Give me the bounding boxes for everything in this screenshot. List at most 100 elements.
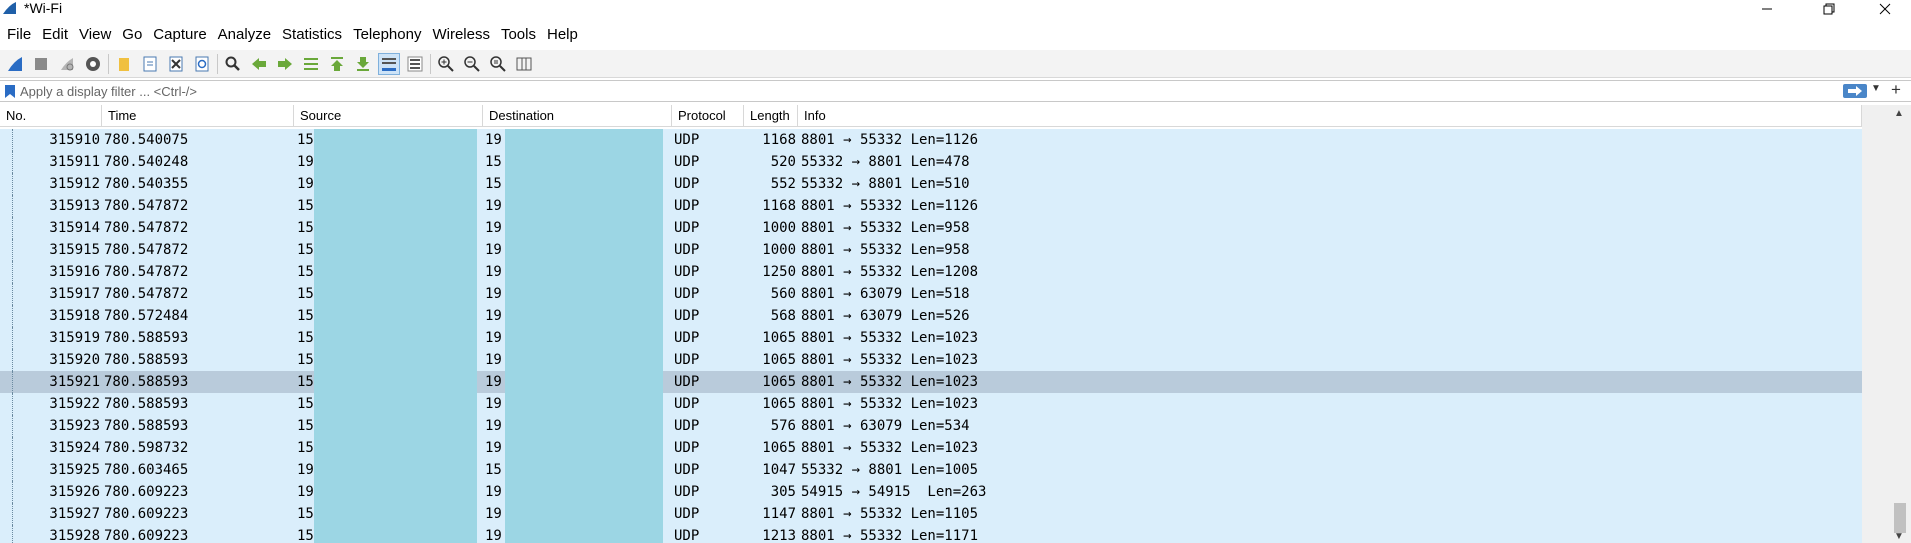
menu-analyze[interactable]: Analyze xyxy=(214,23,275,47)
packet-protocol: UDP xyxy=(674,484,700,500)
menu-tools[interactable]: Tools xyxy=(497,23,540,47)
packet-number: 315914 xyxy=(49,220,100,236)
start-capture-button[interactable] xyxy=(4,53,26,75)
add-filter-button[interactable]: + xyxy=(1891,80,1901,100)
vertical-scrollbar[interactable]: ▲ ▼ xyxy=(1862,105,1911,543)
packet-info: 8801 → 63079 Len=526 xyxy=(801,308,970,324)
packet-time: 780.540248 xyxy=(104,154,189,170)
packet-time: 780.588593 xyxy=(104,352,189,368)
stop-capture-button[interactable] xyxy=(30,53,52,75)
packet-row[interactable]: 315925 780.603465 19 15 UDP 1047 55332 → 8801 … xyxy=(0,459,1862,481)
find-packet-icon xyxy=(225,56,240,71)
packet-protocol: UDP xyxy=(674,506,700,522)
column-header-protocol[interactable]: Protocol xyxy=(672,105,744,127)
column-header-no[interactable]: No. xyxy=(0,105,102,127)
packet-row[interactable]: 315913 780.547872 15 19 UDP 1168 8801 → 55332 … xyxy=(0,195,1862,217)
filter-dropdown-icon[interactable]: ▼ xyxy=(1871,83,1881,94)
display-filter-bar: ▼ + xyxy=(0,80,1911,102)
packet-row[interactable]: 315927 780.609223 15 19 UDP 1147 8801 → 55332 … xyxy=(0,503,1862,525)
colorize-button[interactable] xyxy=(404,53,426,75)
packet-info: 8801 → 55332 Len=1023 xyxy=(801,396,979,412)
restart-capture-button[interactable] xyxy=(56,53,78,75)
restore-button[interactable] xyxy=(1806,0,1852,18)
packet-row[interactable]: 315918 780.572484 15 19 UDP 568 8801 → 63079 L… xyxy=(0,305,1862,327)
packet-length: 1065 xyxy=(762,396,796,412)
packet-row[interactable]: 315922 780.588593 15 19 UDP 1065 8801 → 55332 … xyxy=(0,393,1862,415)
close-file-button[interactable] xyxy=(165,53,187,75)
redacted-source-block xyxy=(314,129,477,543)
packet-time: 780.547872 xyxy=(104,198,189,214)
packet-row[interactable]: 315914 780.547872 15 19 UDP 1000 8801 → 55332 … xyxy=(0,217,1862,239)
menu-telephony[interactable]: Telephony xyxy=(349,23,425,47)
packet-row[interactable]: 315928 780.609223 15 19 UDP 1213 8801 → 55332 … xyxy=(0,525,1862,543)
menu-go[interactable]: Go xyxy=(118,23,146,47)
menu-capture[interactable]: Capture xyxy=(149,23,210,47)
packet-protocol: UDP xyxy=(674,198,700,214)
go-last-packet-icon xyxy=(357,56,369,71)
zoom-out-button[interactable] xyxy=(461,53,483,75)
menu-help[interactable]: Help xyxy=(543,23,582,47)
save-file-icon xyxy=(143,56,157,71)
packet-number: 315918 xyxy=(49,308,100,324)
packet-protocol: UDP xyxy=(674,418,700,434)
autoscroll-button[interactable] xyxy=(378,52,400,75)
column-header-source[interactable]: Source xyxy=(294,105,483,127)
packet-row[interactable]: 315919 780.588593 15 19 UDP 1065 8801 → 55332 … xyxy=(0,327,1862,349)
zoom-out-icon xyxy=(464,55,480,72)
go-last-packet-button[interactable] xyxy=(352,53,374,75)
packet-row[interactable]: 315924 780.598732 15 19 UDP 1065 8801 → 55332 … xyxy=(0,437,1862,459)
packet-info: 8801 → 55332 Len=1023 xyxy=(801,352,979,368)
capture-options-button[interactable] xyxy=(82,53,104,75)
menu-view[interactable]: View xyxy=(75,23,115,47)
apply-filter-button[interactable] xyxy=(1843,84,1867,98)
packet-row[interactable]: 315926 780.609223 19 19 UDP 305 54915 → 54915 … xyxy=(0,481,1862,503)
close-button[interactable] xyxy=(1862,0,1908,18)
packet-time: 780.603465 xyxy=(104,462,189,478)
save-file-button[interactable] xyxy=(139,53,161,75)
packet-row[interactable]: 315915 780.547872 15 19 UDP 1000 8801 → 55332 … xyxy=(0,239,1862,261)
scroll-down-icon[interactable]: ▼ xyxy=(1894,531,1904,542)
menu-statistics[interactable]: Statistics xyxy=(278,23,346,47)
packet-number: 315915 xyxy=(49,242,100,258)
go-to-packet-button[interactable] xyxy=(300,53,322,75)
resize-columns-button[interactable] xyxy=(513,53,535,75)
packet-protocol: UDP xyxy=(674,528,700,543)
reload-file-button[interactable] xyxy=(191,53,213,75)
find-packet-button[interactable] xyxy=(222,53,244,75)
packet-length: 1168 xyxy=(762,198,796,214)
minimize-icon xyxy=(1762,8,1772,10)
go-back-button[interactable] xyxy=(248,53,270,75)
packet-row[interactable]: 315912 780.540355 19 15 UDP 552 55332 → 8801 L… xyxy=(0,173,1862,195)
packet-row[interactable]: 315921 780.588593 15 19 UDP 1065 8801 → 55332 … xyxy=(0,371,1862,393)
scrollbar-thumb[interactable] xyxy=(1894,503,1906,533)
stop-capture-icon xyxy=(35,57,47,70)
packet-row[interactable]: 315917 780.547872 15 19 UDP 560 8801 → 63079 L… xyxy=(0,283,1862,305)
menu-wireless[interactable]: Wireless xyxy=(428,23,494,47)
column-header-destination[interactable]: Destination xyxy=(483,105,672,127)
packet-row[interactable]: 315916 780.547872 15 19 UDP 1250 8801 → 55332 … xyxy=(0,261,1862,283)
zoom-in-button[interactable] xyxy=(435,53,457,75)
scroll-up-icon[interactable]: ▲ xyxy=(1894,108,1904,119)
packet-row[interactable]: 315911 780.540248 19 15 UDP 520 55332 → 8801 L… xyxy=(0,151,1862,173)
normal-size-button[interactable] xyxy=(487,53,509,75)
go-forward-button[interactable] xyxy=(274,53,296,75)
column-header-time[interactable]: Time xyxy=(102,105,294,127)
packet-row[interactable]: 315910 780.540075 15 19 UDP 1168 8801 → 55332 … xyxy=(0,129,1862,151)
packet-length: 520 xyxy=(770,154,796,170)
menu-edit[interactable]: Edit xyxy=(38,23,72,47)
packet-row[interactable]: 315920 780.588593 15 19 UDP 1065 8801 → 55332 … xyxy=(0,349,1862,371)
open-file-button[interactable] xyxy=(113,53,135,75)
packet-time: 780.609223 xyxy=(104,528,189,543)
packet-list[interactable]: 315910 780.540075 15 19 UDP 1168 8801 → 55332 … xyxy=(0,129,1862,543)
packet-row[interactable]: 315923 780.588593 15 19 UDP 576 8801 → 63079 L… xyxy=(0,415,1862,437)
display-filter-input[interactable] xyxy=(20,82,1840,100)
arrow-right-icon xyxy=(1848,86,1862,96)
menu-file[interactable]: File xyxy=(3,23,35,47)
packet-number: 315912 xyxy=(49,176,100,192)
bookmark-icon[interactable] xyxy=(4,84,16,99)
column-header-length[interactable]: Length xyxy=(744,105,798,127)
minimize-button[interactable] xyxy=(1744,0,1790,18)
packet-protocol: UDP xyxy=(674,330,700,346)
column-header-info[interactable]: Info xyxy=(798,105,1862,127)
go-first-packet-button[interactable] xyxy=(326,53,348,75)
